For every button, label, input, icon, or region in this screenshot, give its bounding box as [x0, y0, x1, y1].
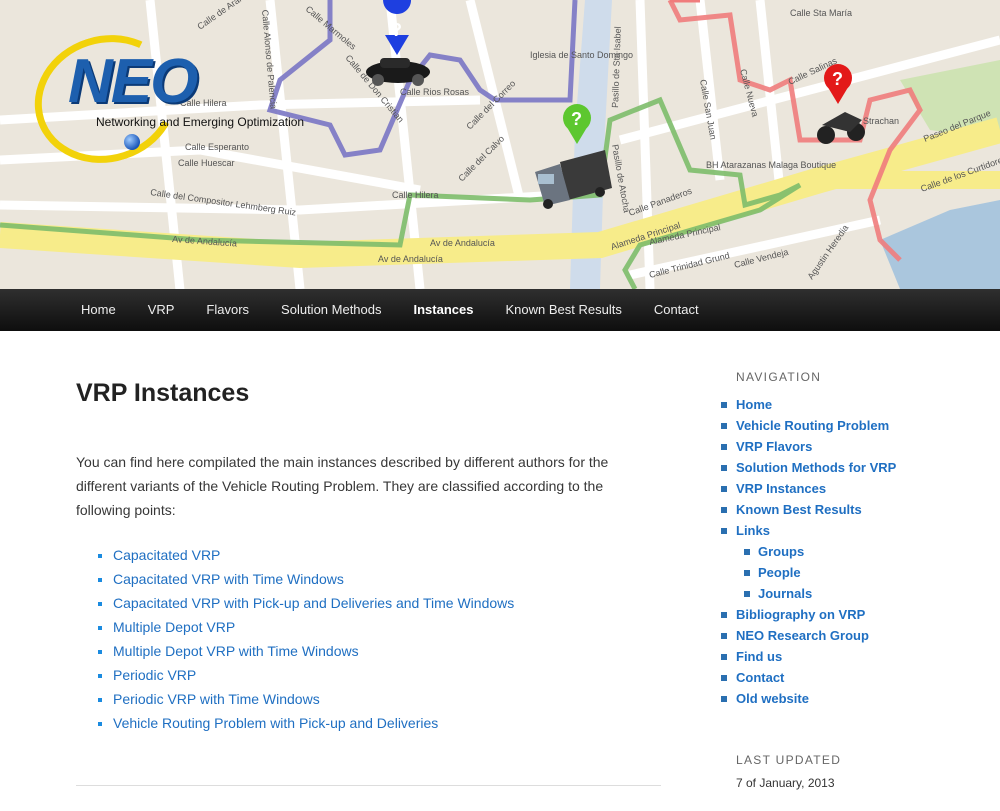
nav-instances[interactable]: Instances — [398, 289, 490, 331]
globe-icon — [124, 134, 140, 150]
last-updated-title: LAST UPDATED — [736, 753, 842, 767]
page-title: VRP Instances — [76, 379, 250, 407]
sidebar-link[interactable]: Contact — [736, 670, 784, 685]
list-item: Capacitated VRP — [113, 543, 661, 567]
list-item: Capacitated VRP with Time Windows — [113, 567, 661, 591]
link-capacitated-vrp[interactable]: Capacitated VRP — [113, 547, 220, 563]
sidebar-subitem-people: People — [744, 562, 976, 583]
nav-flavors[interactable]: Flavors — [190, 289, 265, 331]
link-multiple-depot-vrp-tw[interactable]: Multiple Depot VRP with Time Windows — [113, 643, 359, 659]
sidebar-subitem-groups: Groups — [744, 541, 976, 562]
list-item: Multiple Depot VRP — [113, 615, 661, 639]
nav-solution-methods[interactable]: Solution Methods — [265, 289, 397, 331]
sidebar-link[interactable]: Vehicle Routing Problem — [736, 418, 889, 433]
sidebar-link[interactable]: Find us — [736, 649, 782, 664]
sidebar-sub-list: Groups People Journals — [736, 541, 976, 604]
content-divider — [76, 785, 661, 786]
sidebar-link[interactable]: NEO Research Group — [736, 628, 869, 643]
sidebar-item-vrp: Vehicle Routing Problem — [721, 415, 976, 436]
svg-text:?: ? — [571, 109, 582, 129]
link-capacitated-vrp-tw[interactable]: Capacitated VRP with Time Windows — [113, 571, 344, 587]
sidebar-item-old-website: Old website — [721, 688, 976, 709]
sidebar-navigation-list: Home Vehicle Routing Problem VRP Flavors… — [721, 394, 976, 709]
link-periodic-vrp[interactable]: Periodic VRP — [113, 667, 196, 683]
sidebar-link[interactable]: People — [758, 565, 801, 580]
map-label: Av de Andalucía — [378, 254, 443, 264]
sidebar-subitem-journals: Journals — [744, 583, 976, 604]
sidebar-item-links: Links Groups People Journals — [721, 520, 976, 604]
link-periodic-vrp-tw[interactable]: Periodic VRP with Time Windows — [113, 691, 320, 707]
main-navigation: Home VRP Flavors Solution Methods Instan… — [0, 289, 1000, 331]
sidebar-item-bibliography: Bibliography on VRP — [721, 604, 976, 625]
sidebar-link[interactable]: Journals — [758, 586, 812, 601]
list-item: Periodic VRP — [113, 663, 661, 687]
map-label: Calle Rios Rosas — [400, 87, 470, 97]
nav-contact[interactable]: Contact — [638, 289, 715, 331]
logo-text: NEO — [68, 47, 198, 116]
nav-home[interactable]: Home — [65, 289, 132, 331]
sidebar-item-neo-research-group: NEO Research Group — [721, 625, 976, 646]
sidebar-item-contact: Contact — [721, 667, 976, 688]
list-item: Capacitated VRP with Pick-up and Deliver… — [113, 591, 661, 615]
main-content: VRP Instances You can find here compilat… — [76, 331, 661, 786]
map-label: Calle Huescar — [178, 158, 235, 168]
sidebar: NAVIGATION Home Vehicle Routing Problem … — [721, 331, 976, 790]
sidebar-link[interactable]: Home — [736, 397, 772, 412]
map-label: Calle Sta María — [790, 8, 852, 18]
sidebar-item-vrp-flavors: VRP Flavors — [721, 436, 976, 457]
map-label: BH Atarazanas Malaga Boutique — [706, 160, 836, 170]
map-label: Calle Hilera — [392, 190, 439, 200]
instances-list: Capacitated VRP Capacitated VRP with Tim… — [76, 543, 661, 735]
nav-vrp[interactable]: VRP — [132, 289, 191, 331]
sidebar-link[interactable]: Bibliography on VRP — [736, 607, 865, 622]
sidebar-item-vrp-instances: VRP Instances — [721, 478, 976, 499]
sidebar-link[interactable]: Old website — [736, 691, 809, 706]
logo-subtitle: Networking and Emerging Optimization — [96, 115, 305, 129]
sidebar-item-find-us: Find us — [721, 646, 976, 667]
sidebar-item-known-best-results: Known Best Results — [721, 499, 976, 520]
list-item: Multiple Depot VRP with Time Windows — [113, 639, 661, 663]
sidebar-link[interactable]: Groups — [758, 544, 804, 559]
link-vrp-pickup-deliveries[interactable]: Vehicle Routing Problem with Pick-up and… — [113, 715, 438, 731]
sidebar-link[interactable]: VRP Instances — [736, 481, 826, 496]
sidebar-item-solution-methods: Solution Methods for VRP — [721, 457, 976, 478]
sidebar-link[interactable]: Solution Methods for VRP — [736, 460, 896, 475]
intro-paragraph: You can find here compilated the main in… — [76, 454, 609, 518]
neo-logo[interactable]: NEO Networking and Emerging Optimization — [18, 16, 340, 182]
sidebar-item-home: Home — [721, 394, 976, 415]
header-map-banner: Calle Hilera Calle Esperanto Calle Huesc… — [0, 0, 1000, 289]
last-updated-value: 7 of January, 2013 — [736, 776, 835, 790]
list-item: Periodic VRP with Time Windows — [113, 687, 661, 711]
sidebar-link[interactable]: VRP Flavors — [736, 439, 812, 454]
sidebar-link[interactable]: Known Best Results — [736, 502, 862, 517]
link-capacitated-vrp-pdtw[interactable]: Capacitated VRP with Pick-up and Deliver… — [113, 595, 514, 611]
svg-text:?: ? — [391, 20, 402, 40]
map-label: Av de Andalucía — [430, 238, 495, 248]
navigation-widget-title: NAVIGATION — [736, 370, 822, 384]
nav-known-best-results[interactable]: Known Best Results — [489, 289, 637, 331]
sidebar-link[interactable]: Links — [736, 523, 770, 538]
svg-text:?: ? — [832, 69, 843, 89]
link-multiple-depot-vrp[interactable]: Multiple Depot VRP — [113, 619, 235, 635]
list-item: Vehicle Routing Problem with Pick-up and… — [113, 711, 661, 735]
